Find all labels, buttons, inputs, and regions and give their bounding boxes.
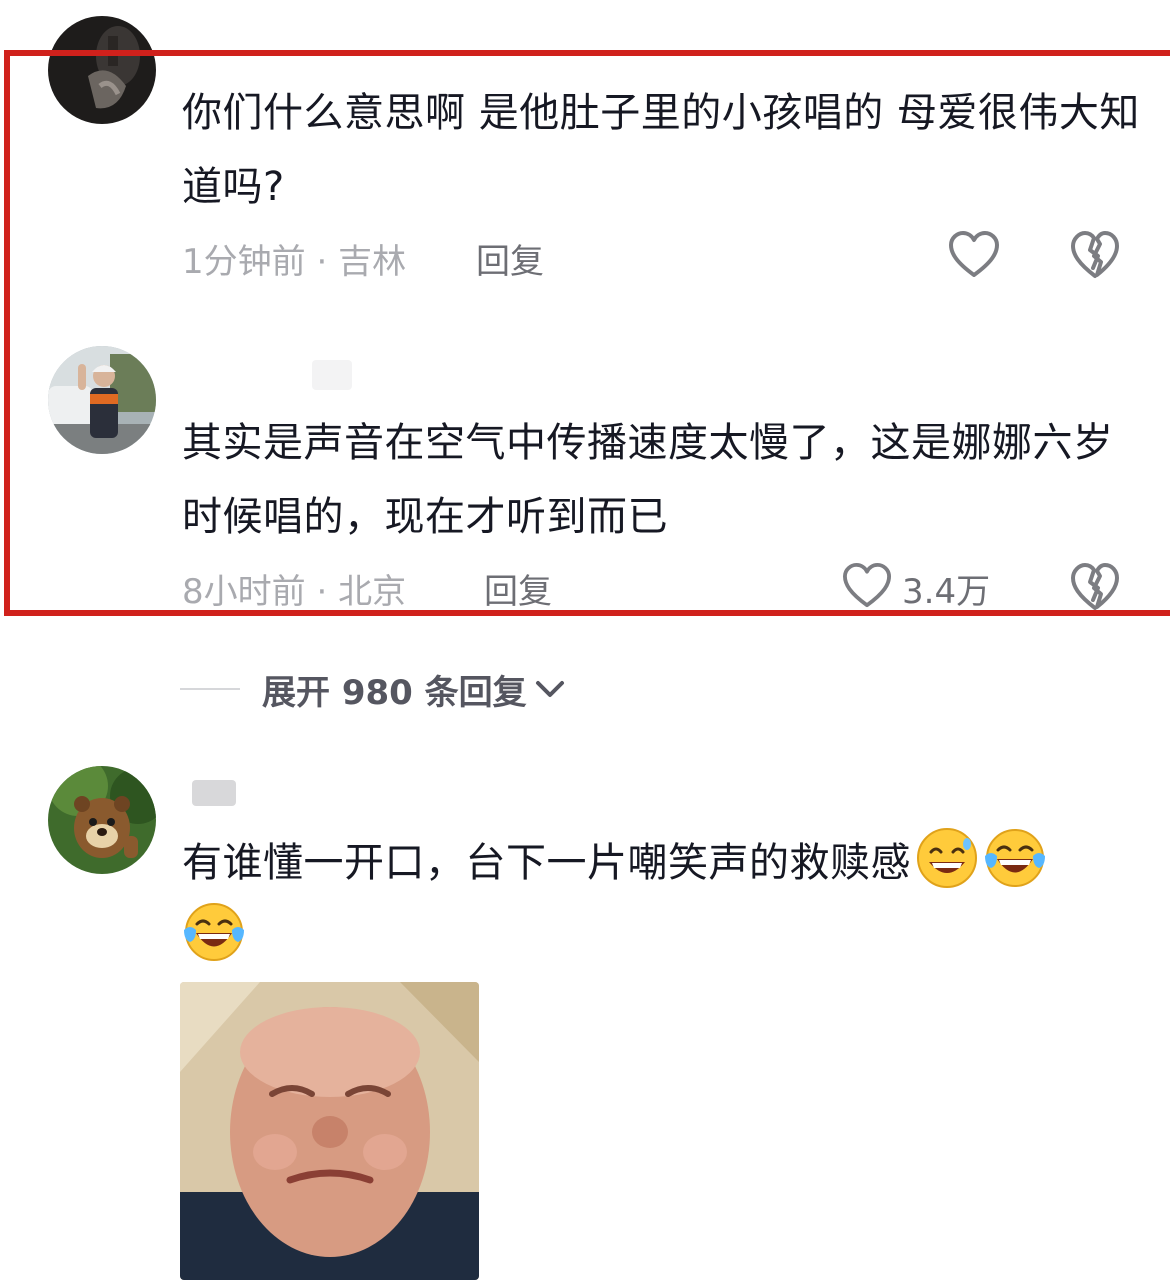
like-button[interactable] xyxy=(948,230,1000,284)
broken-heart-icon xyxy=(1071,231,1119,278)
username[interactable] xyxy=(182,22,202,36)
comment-text-content: 有谁懂一开口，台下一片嘲笑声的救赎感 xyxy=(182,840,911,886)
comment-text: 有谁懂一开口，台下一片嘲笑声的救赎感 xyxy=(182,826,1142,974)
comment-text: 其实是声音在空气中传播速度太慢了，这是娜娜六岁时候唱的，现在才听到而已 xyxy=(182,420,1114,540)
comment-meta: 1分钟前 · 吉林 xyxy=(182,234,406,283)
tears-of-joy-emoji-icon xyxy=(985,829,1045,887)
reply-button[interactable]: 回复 xyxy=(476,234,544,283)
comment-time: 1分钟前 xyxy=(182,242,306,282)
comment-location: 北京 xyxy=(338,572,407,612)
username[interactable] xyxy=(192,780,236,806)
avatar[interactable] xyxy=(48,346,156,454)
comment-meta: 8小时前 · 北京 xyxy=(182,564,406,613)
meta-separator: · xyxy=(316,242,328,282)
avatar[interactable] xyxy=(48,16,156,124)
comment-location: 吉林 xyxy=(338,242,407,282)
expand-replies-label: 展开 980 条回复 xyxy=(262,672,527,713)
heart-icon xyxy=(843,562,891,608)
heart-icon xyxy=(949,231,999,277)
broken-heart-icon xyxy=(1071,563,1119,610)
comment-time: 8小时前 xyxy=(182,572,306,612)
dislike-button[interactable] xyxy=(1070,230,1120,284)
tears-of-joy-emoji-icon xyxy=(184,903,244,961)
grinning-sweat-emoji-icon xyxy=(917,828,977,888)
reply-button[interactable]: 回复 xyxy=(484,564,552,613)
like-button[interactable] xyxy=(842,562,892,614)
username[interactable] xyxy=(312,360,352,390)
chevron-down-icon xyxy=(535,681,564,697)
avatar[interactable] xyxy=(48,766,156,874)
divider xyxy=(180,688,240,690)
meta-separator: · xyxy=(316,572,328,612)
comment-text: 你们什么意思啊 是他肚子里的小孩唱的 母爱很伟大知道吗? xyxy=(182,90,1140,210)
dislike-button[interactable] xyxy=(1070,562,1120,616)
like-count: 3.4万 xyxy=(902,572,991,612)
comment-image[interactable] xyxy=(180,982,479,1280)
expand-replies-button[interactable]: 展开 980 条回复 xyxy=(180,664,565,714)
